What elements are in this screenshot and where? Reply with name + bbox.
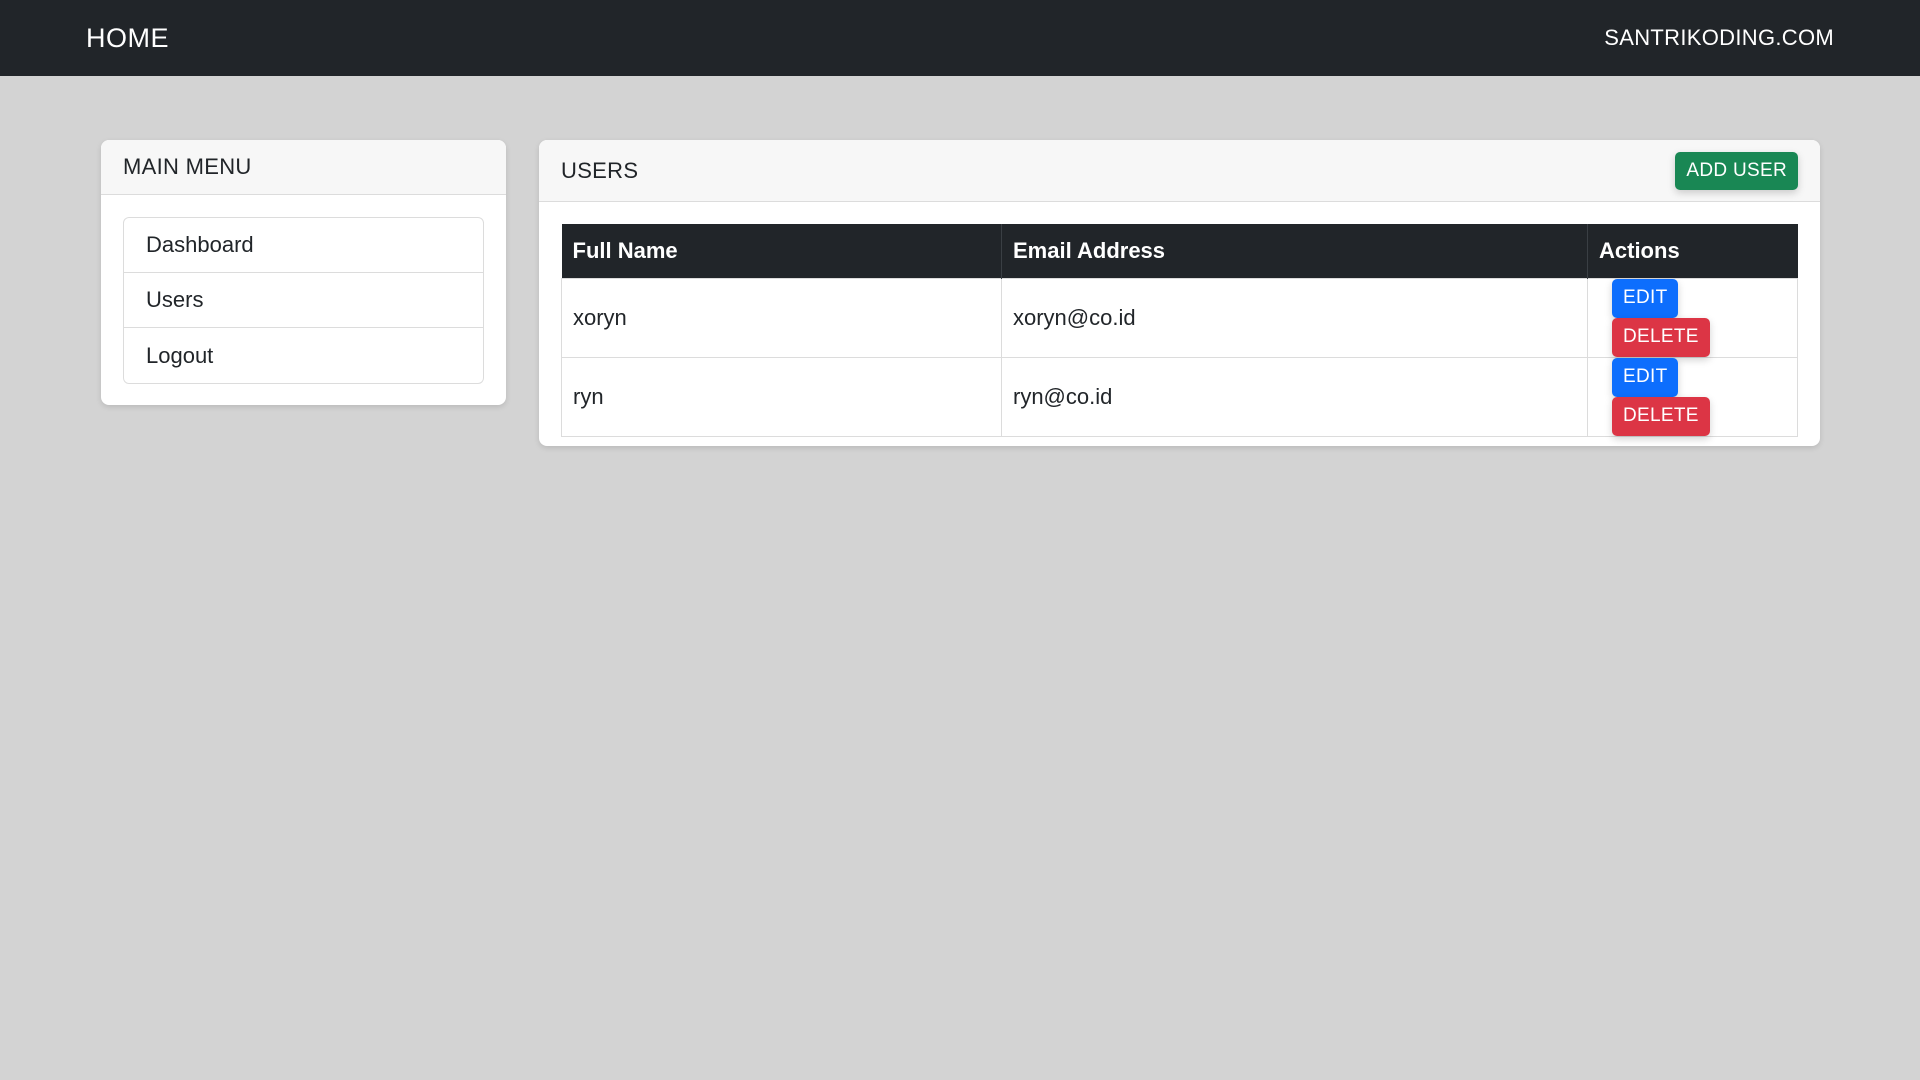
top-navbar: HOME SANTRIKODING.COM xyxy=(0,0,1920,76)
add-user-button[interactable]: ADD USER xyxy=(1675,151,1798,190)
sidebar-item-label: Users xyxy=(146,287,204,312)
edit-button[interactable]: EDIT xyxy=(1612,278,1679,318)
main-menu-card: MAIN MENU Dashboard Users Logout xyxy=(101,140,506,405)
cell-email: ryn@co.id xyxy=(1001,356,1588,437)
delete-button[interactable]: DELETE xyxy=(1612,396,1710,436)
table-row: xoryn xoryn@co.id EDIT DELETE xyxy=(561,277,1798,358)
column-header-email: Email Address xyxy=(1001,224,1588,278)
cell-actions: EDIT DELETE xyxy=(1587,277,1798,358)
users-table: Full Name Email Address Actions xoryn xo… xyxy=(561,224,1798,437)
cell-email: xoryn@co.id xyxy=(1001,277,1588,358)
sidebar-item-label: Dashboard xyxy=(146,232,254,257)
users-card: USERS ADD USER Full Name Email Address A… xyxy=(539,140,1820,446)
users-table-wrapper: Full Name Email Address Actions xoryn xo… xyxy=(539,202,1820,446)
main-menu-header: MAIN MENU xyxy=(101,140,506,195)
column-header-actions: Actions xyxy=(1587,224,1798,278)
cell-full-name: xoryn xyxy=(561,277,1002,358)
users-header: USERS ADD USER xyxy=(539,140,1820,202)
sidebar-item-dashboard[interactable]: Dashboard xyxy=(124,218,483,273)
table-header-row: Full Name Email Address Actions xyxy=(561,224,1798,278)
sidebar-item-users[interactable]: Users xyxy=(124,273,483,328)
sidebar-item-logout[interactable]: Logout xyxy=(124,328,483,383)
cell-full-name: ryn xyxy=(561,356,1002,437)
main-menu-list: Dashboard Users Logout xyxy=(123,217,484,384)
sidebar-item-label: Logout xyxy=(146,342,214,368)
table-row: ryn ryn@co.id EDIT DELETE xyxy=(561,356,1798,437)
users-title: USERS xyxy=(561,157,639,183)
main-menu-title: MAIN MENU xyxy=(123,154,252,179)
cell-actions: EDIT DELETE xyxy=(1587,356,1798,437)
edit-button[interactable]: EDIT xyxy=(1612,357,1679,397)
home-link[interactable]: HOME xyxy=(86,23,169,54)
site-link[interactable]: SANTRIKODING.COM xyxy=(1604,25,1834,51)
column-header-full-name: Full Name xyxy=(561,224,1002,278)
delete-button[interactable]: DELETE xyxy=(1612,317,1710,357)
